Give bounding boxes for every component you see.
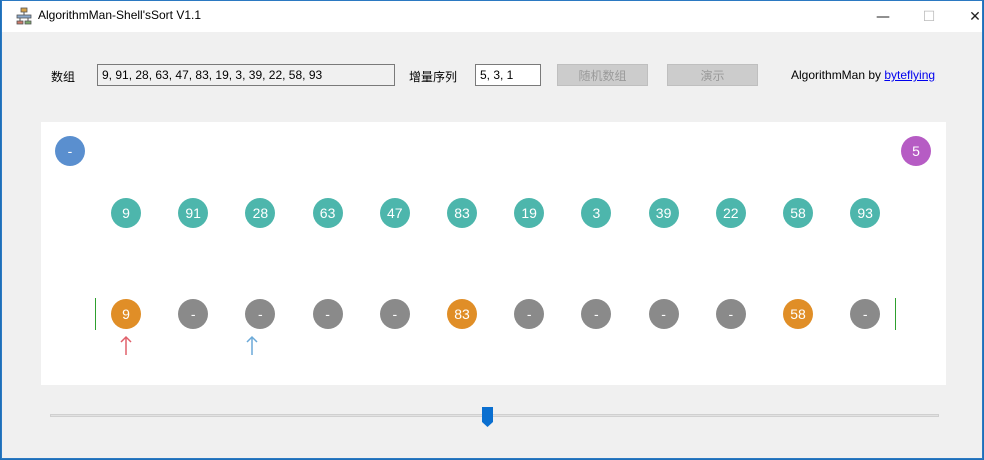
array-value-circle: 83 xyxy=(447,198,477,228)
credit: AlgorithmMan by byteflying xyxy=(791,68,935,82)
array-value-circle: 22 xyxy=(715,198,746,228)
minimize-button[interactable]: — xyxy=(860,1,906,32)
group-value-circle: 83 xyxy=(447,299,477,329)
group-value-circle: - xyxy=(581,299,612,329)
group-value-circle: - xyxy=(715,299,746,329)
sequence-input[interactable]: 5, 3, 1 xyxy=(475,64,541,86)
group-value-circle: - xyxy=(514,299,545,329)
group-value-circle: - xyxy=(312,299,343,329)
random-array-button[interactable]: 随机数组 xyxy=(557,64,648,86)
group-value-circle: 9 xyxy=(111,299,141,329)
array-label: 数组 xyxy=(51,70,76,84)
group-value-circle: - xyxy=(850,299,881,329)
group-value-circle: - xyxy=(245,299,276,329)
author-link[interactable]: byteflying xyxy=(884,68,935,82)
flowchart-icon xyxy=(16,7,32,25)
slider-thumb-icon[interactable] xyxy=(482,407,493,427)
window-title: AlgorithmMan-Shell'sSort V1.1 xyxy=(38,8,202,22)
sequence-label: 增量序列 xyxy=(409,70,458,84)
array-input[interactable]: 9, 91, 28, 63, 47, 83, 19, 3, 39, 22, 58… xyxy=(97,64,395,86)
maximize-button[interactable]: ☐ xyxy=(906,1,952,32)
array-value-circle: 3 xyxy=(581,198,612,228)
group-value-circle: - xyxy=(648,299,679,329)
visualization-canvas: - 5 9 91 28 63 47 83 19 3 39 22 58 93 9 - - - - 83 - - - - 58… xyxy=(41,122,946,385)
increment-indicator: 5 xyxy=(901,136,931,166)
left-indicator: - xyxy=(55,136,85,166)
array-value-circle: 39 xyxy=(648,198,679,228)
array-value-circle: 63 xyxy=(312,198,343,228)
title-bar[interactable]: AlgorithmMan-Shell'sSort V1.1 — ☐ ✕ xyxy=(2,1,982,32)
up-arrow-icon xyxy=(120,335,132,355)
array-value-circle: 58 xyxy=(783,198,813,228)
array-value-circle: 9 xyxy=(111,198,141,228)
demo-button[interactable]: 演示 xyxy=(667,64,758,86)
group-value-circle: - xyxy=(379,299,410,329)
up-arrow-icon xyxy=(246,335,258,355)
range-start-marker xyxy=(95,298,96,330)
app-window: AlgorithmMan-Shell'sSort V1.1 — ☐ ✕ 数组 9… xyxy=(1,0,983,459)
array-value-circle: 28 xyxy=(245,198,276,228)
group-value-circle: - xyxy=(178,299,209,329)
progress-slider[interactable] xyxy=(50,414,939,417)
array-value-circle: 91 xyxy=(178,198,209,228)
range-end-marker xyxy=(895,298,896,330)
credit-text: AlgorithmMan by xyxy=(791,68,885,82)
array-value-circle: 19 xyxy=(514,198,545,228)
group-value-circle: 58 xyxy=(783,299,813,329)
array-value-circle: 93 xyxy=(850,198,881,228)
close-button[interactable]: ✕ xyxy=(952,1,984,32)
array-value-circle: 47 xyxy=(379,198,410,228)
